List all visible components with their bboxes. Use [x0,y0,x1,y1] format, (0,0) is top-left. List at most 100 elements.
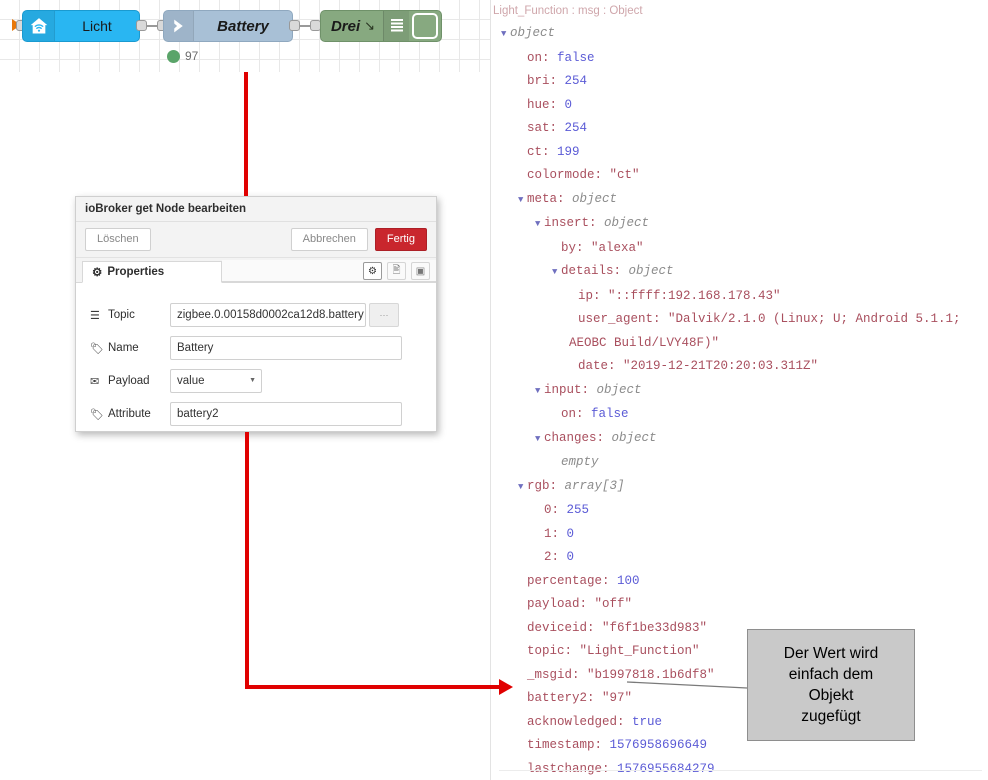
debug-value: object [628,264,674,278]
form-row-topic: ☰ Topic zigbee.0.00158d0002ca12d8.batter… [90,299,422,331]
debug-key: timestamp: [527,738,610,752]
debug-line[interactable]: bri: 254 [491,70,988,94]
chevron-down-icon[interactable]: ▼ [535,380,544,404]
debug-key: meta: [527,191,573,206]
topic-picker-button[interactable]: ⋯ [369,303,399,327]
debug-line[interactable]: empty [491,451,988,475]
tab-properties[interactable]: ⚙ Properties [82,261,222,283]
cancel-button[interactable]: Abbrechen [290,228,368,251]
debug-line[interactable]: ▼ meta: object [491,188,988,213]
debug-enable-toggle[interactable] [412,13,438,39]
gear-icon[interactable]: ⚙ [363,262,382,280]
debug-line[interactable]: 2: 0 [491,546,988,570]
node-change[interactable]: Battery [163,10,293,42]
debug-value: 1576955684279 [617,761,715,776]
dialog-body: ☰ Topic zigbee.0.00158d0002ca12d8.batter… [76,283,436,430]
debug-line[interactable]: hue: 0 [491,94,988,118]
node-debug[interactable]: Drei ↘ [320,10,442,42]
debug-value: 255 [566,503,590,517]
debug-line[interactable]: ▼ details: object [491,260,988,285]
tag-icon: 🏷 [90,408,104,421]
chevron-down-icon: ▼ [249,377,256,384]
debug-value: object [572,191,618,206]
debug-value: object [604,216,650,230]
form-row-attribute: 🏷 Attribute battery2 [90,398,422,430]
debug-line[interactable]: lastchange: 1576955684279 [491,758,988,780]
attribute-input[interactable]: battery2 [170,402,402,426]
node-ioget[interactable]: Licht [22,10,140,42]
delete-button[interactable]: Löschen [85,228,151,251]
chevron-down-icon[interactable]: ▼ [518,476,527,500]
chevron-down-icon[interactable]: ▼ [535,428,544,452]
debug-value: 100 [617,573,640,588]
flow-canvas[interactable]: Licht Battery 97 Drei ↘ [0,0,490,72]
debug-line[interactable]: colormode: "ct" [491,164,988,188]
chevron-down-icon[interactable]: ▼ [501,23,510,47]
debug-key: input: [544,382,597,397]
dialog-tabs: ⚙ Properties ⚙ 🖹 ▣ [76,258,436,283]
debug-value: "b1997818.1b6df8" [587,667,715,682]
name-input[interactable]: Battery [170,336,402,360]
callout-line-4: zugefügt [801,708,861,725]
debug-line[interactable]: ▼ changes: object [491,427,988,452]
callout-line-1: Der Wert wird [783,645,879,662]
debug-key: sat: [527,121,565,135]
debug-value: 0 [564,97,573,112]
debug-line[interactable]: 1: 0 [491,523,988,547]
chevron-down-icon[interactable]: ▼ [552,261,561,285]
debug-value: 0 [566,550,575,564]
debug-key: 0: [544,503,567,517]
debug-line[interactable]: 0: 255 [491,499,988,523]
debug-line[interactable]: payload: "off" [491,593,988,617]
callout-line-2: einfach dem [788,666,874,683]
home-wifi-icon [23,11,55,41]
debug-line[interactable]: ▼ object [491,22,988,47]
screenshot-root: Licht Battery 97 Drei ↘ ioBroker get Nod… [0,0,988,780]
debug-key: 1: [544,526,567,541]
debug-key: payload: [527,597,595,611]
debug-line[interactable]: on: false [491,403,988,427]
debug-line[interactable]: sat: 254 [491,117,988,141]
debug-key: bri: [527,74,565,88]
debug-key: _msgid: [527,667,588,682]
attribute-label-text: Attribute [108,408,151,420]
debug-key: date: [578,359,624,373]
debug-value: array[3] [564,478,625,493]
arrow-right-icon [164,11,194,41]
debug-value: false [591,407,629,421]
debug-key: acknowledged: [527,714,633,729]
topic-label: ☰ Topic [90,309,170,322]
name-label: 🏷 Name [90,342,170,355]
debug-line[interactable]: by: "alexa" [491,237,988,261]
debug-key: user_agent: [578,312,669,326]
tab-properties-label: Properties [107,266,165,278]
chevron-down-icon[interactable]: ▼ [518,189,527,213]
gear-icon: ⚙ [92,267,103,279]
debug-value: true [632,714,663,729]
debug-line[interactable]: percentage: 100 [491,570,988,594]
document-icon[interactable]: 🖹 [387,262,406,280]
debug-key: on: [527,50,558,65]
topic-input[interactable]: zigbee.0.00158d0002ca12d8.battery [170,303,366,327]
debug-line[interactable]: user_agent: "Dalvik/2.1.0 (Linux; U; And… [491,308,988,355]
debug-line[interactable]: ▼ input: object [491,379,988,404]
debug-value: "ct" [609,168,640,182]
debug-line[interactable]: ip: "::ffff:192.168.178.43" [491,285,988,309]
debug-line[interactable]: date: "2019-12-21T20:20:03.311Z" [491,355,988,379]
debug-value: "alexa" [591,240,644,255]
chevron-down-icon[interactable]: ▼ [535,213,544,237]
debug-message-header: Light_Function : msg : Object [493,5,643,17]
payload-select[interactable]: value ▼ [170,369,262,393]
done-button[interactable]: Fertig [374,228,427,251]
debug-value: "97" [602,691,633,705]
appearance-icon[interactable]: ▣ [411,262,430,280]
edit-node-dialog[interactable]: ioBroker get Node bearbeiten Löschen Abb… [75,196,437,432]
debug-value: empty [561,455,599,469]
payload-label-text: Payload [108,375,150,387]
debug-key: by: [561,240,592,255]
debug-line[interactable]: ▼ insert: object [491,212,988,237]
debug-value: 199 [557,144,580,159]
debug-line[interactable]: ▼ rgb: array[3] [491,475,988,500]
debug-line[interactable]: on: false [491,47,988,71]
debug-line[interactable]: ct: 199 [491,141,988,165]
